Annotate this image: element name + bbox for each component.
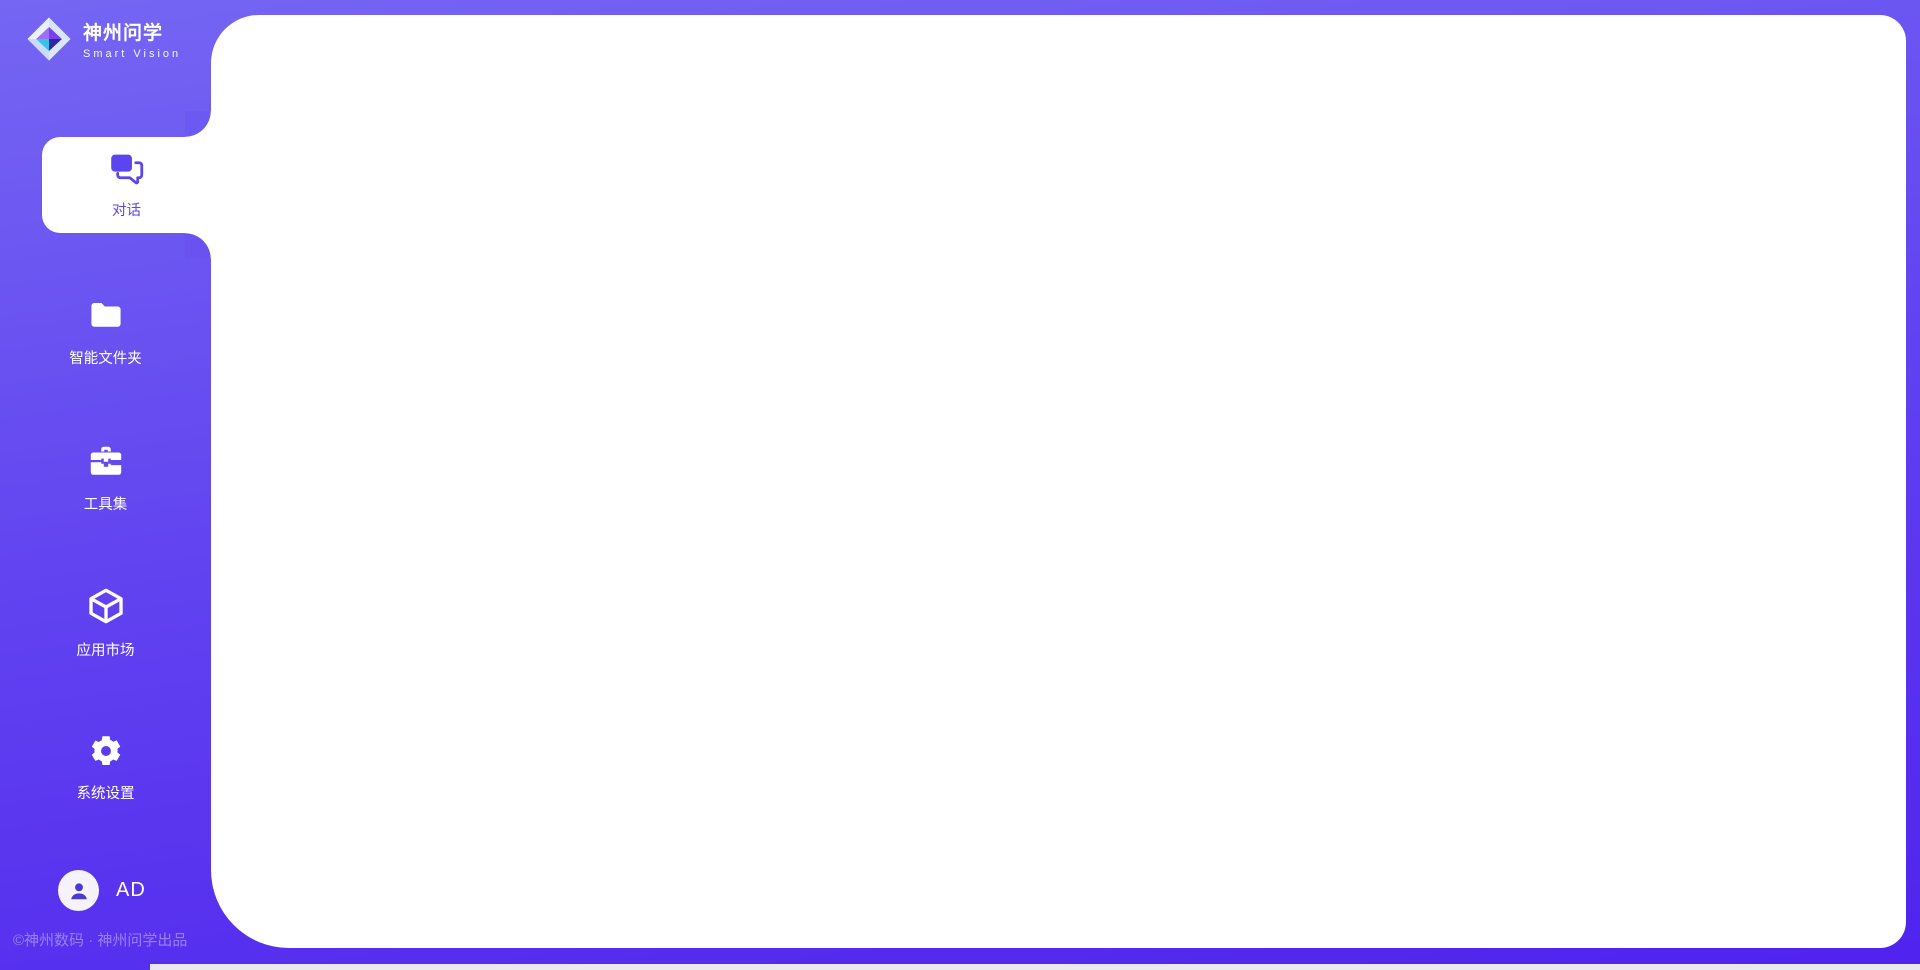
sidebar-item-chat[interactable]: 对话 [42, 137, 211, 233]
sidebar-item-label: 工具集 [84, 493, 128, 514]
cube-icon [86, 586, 126, 631]
app-logo: 神州问学 Smart Vision [26, 16, 181, 62]
chat-icon [108, 150, 146, 193]
sidebar-item-app-market[interactable]: 应用市场 [0, 577, 211, 669]
gear-icon [88, 733, 124, 774]
brand-diamond-icon [26, 16, 72, 62]
user-profile[interactable]: AD [58, 870, 146, 911]
sidebar-item-label: 智能文件夹 [69, 347, 142, 368]
folder-icon [87, 296, 125, 339]
sidebar-item-smart-folder[interactable]: 智能文件夹 [0, 286, 211, 378]
avatar [58, 870, 99, 911]
horizontal-scrollbar[interactable] [150, 964, 1920, 970]
sidebar-item-label: 对话 [112, 199, 141, 220]
app-name: 神州问学 [83, 18, 181, 45]
user-initials: AD [116, 879, 146, 902]
sidebar-item-label: 应用市场 [77, 639, 135, 660]
app-subtitle: Smart Vision [83, 48, 181, 60]
toolbox-icon [87, 442, 125, 485]
sidebar-item-label: 系统设置 [77, 782, 135, 803]
app-window: 神州问学 Smart Vision 对话 智能文件夹 [0, 0, 1920, 970]
sidebar-item-settings[interactable]: 系统设置 [0, 722, 211, 814]
main-panel [211, 15, 1906, 948]
sidebar-item-toolset[interactable]: 工具集 [0, 432, 211, 524]
copyright-footer: ©神州数码 · 神州问学出品 [13, 929, 187, 950]
